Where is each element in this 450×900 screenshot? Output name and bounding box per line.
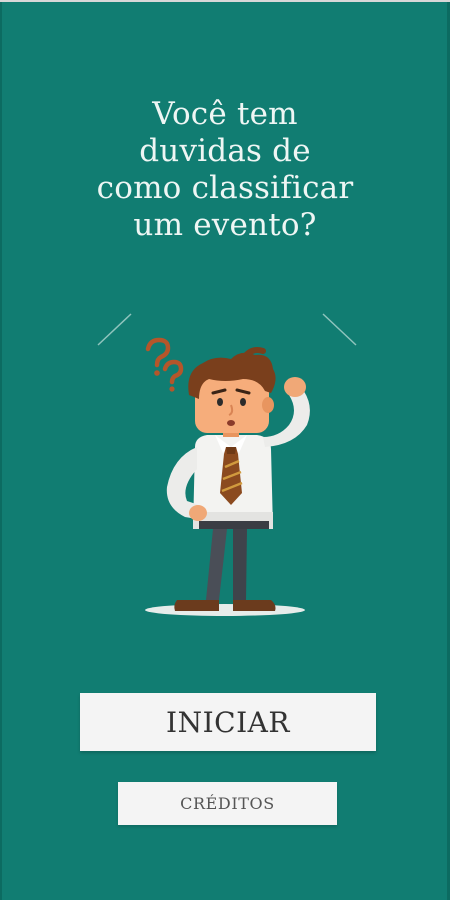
home-screen: Você tem duvidas de como classificar um … — [0, 0, 450, 900]
right-leg — [233, 529, 247, 600]
start-button[interactable]: INICIAR — [80, 693, 376, 751]
belt — [199, 521, 269, 529]
headline-line-3: como classificar — [96, 170, 354, 206]
headline-line-4: um evento? — [133, 207, 317, 243]
right-arm — [263, 387, 310, 447]
left-shoe — [174, 600, 219, 611]
thought-line-left — [97, 313, 132, 346]
confused-man-illustration — [97, 313, 357, 616]
floor-shadow — [145, 604, 305, 616]
question-marks-icon — [145, 337, 184, 385]
headline-line-2: duvidas de — [139, 133, 311, 169]
headline-line-1: Você tem — [152, 96, 298, 132]
left-leg — [206, 529, 227, 600]
thought-line-right — [322, 313, 357, 346]
headline: Você tem duvidas de como classificar um … — [0, 96, 450, 244]
right-shoe — [233, 600, 276, 611]
credits-button[interactable]: CRÉDITOS — [118, 782, 337, 825]
